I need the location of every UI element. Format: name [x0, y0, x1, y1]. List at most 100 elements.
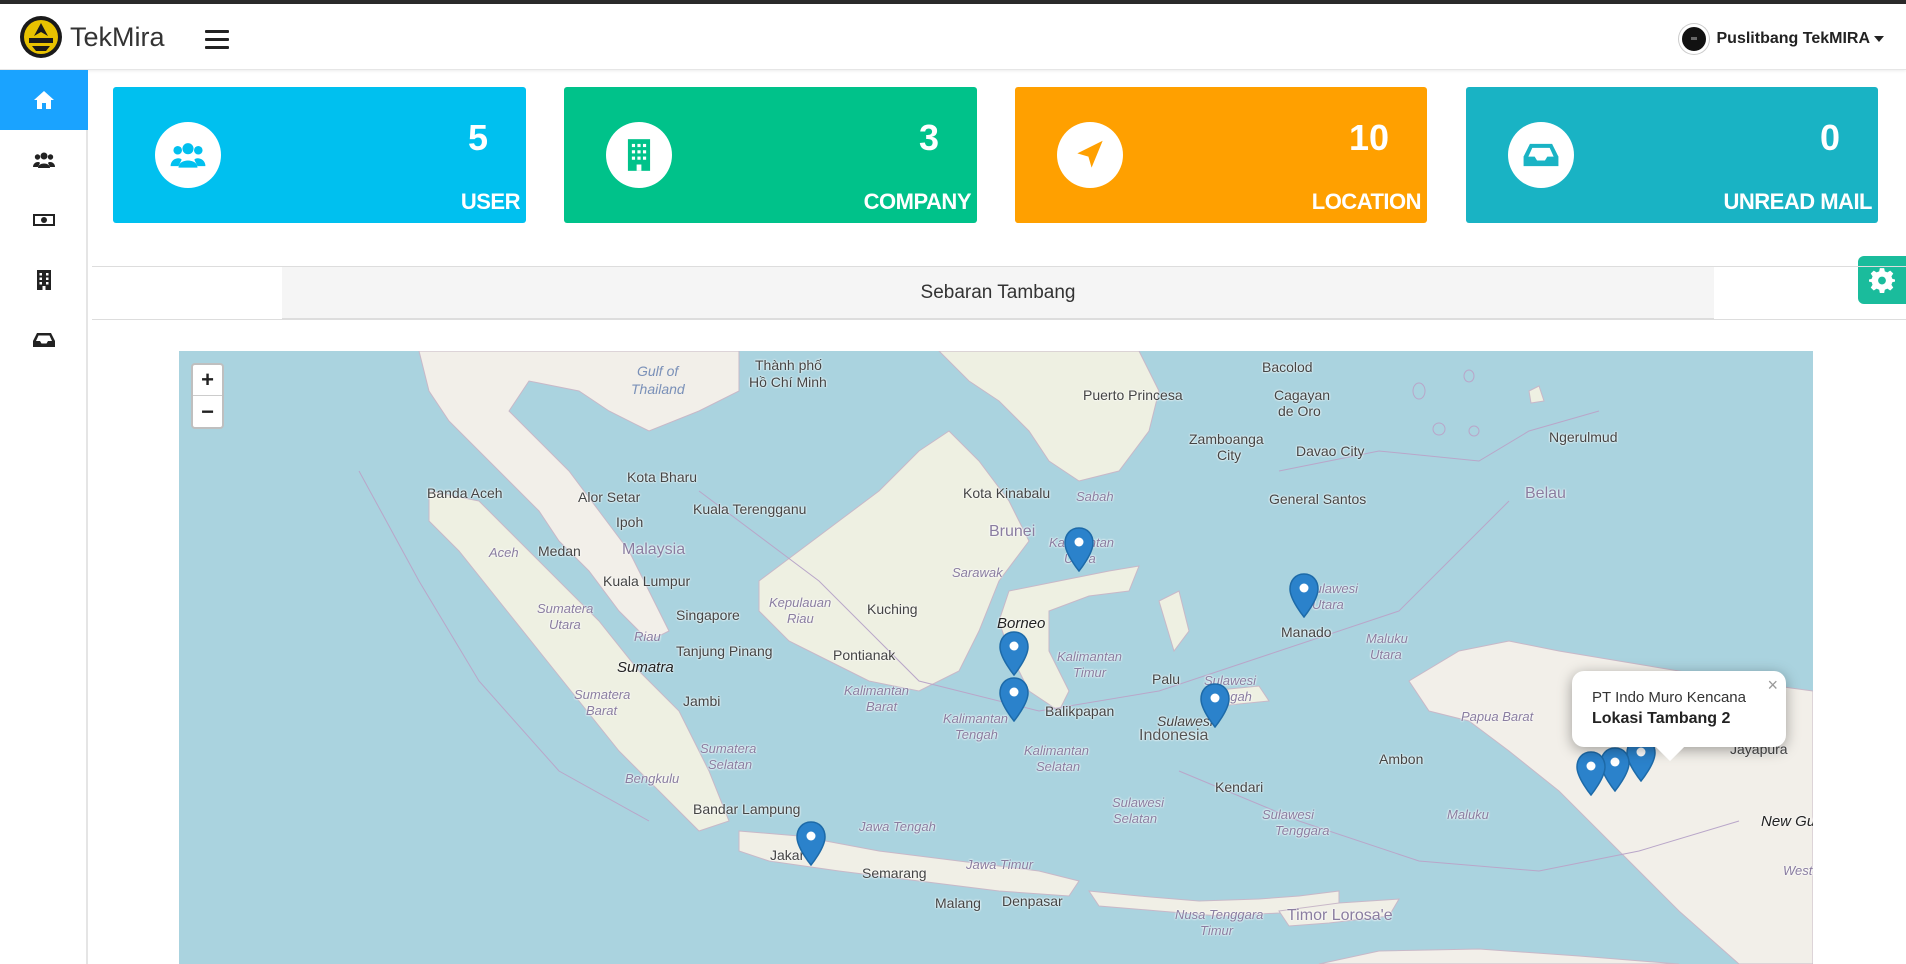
map-label: Riau [634, 629, 661, 644]
popup-location: Lokasi Tambang 2 [1592, 710, 1731, 727]
map-label: Bandar Lampung [693, 801, 801, 817]
user-count: 5 [467, 117, 488, 158]
zoom-out-button[interactable]: − [193, 396, 222, 427]
stat-card-location[interactable]: 10 LOCATION [1015, 87, 1427, 223]
map-label: Bengkulu [625, 771, 680, 786]
popup-company: PT Indo Muro Kencana [1592, 689, 1746, 706]
map-label: Timur [1073, 665, 1107, 680]
unread-mail-count: 0 [1819, 117, 1840, 158]
map-label: Palu [1152, 671, 1181, 687]
sidebar-item-company[interactable] [0, 250, 88, 310]
map-label: Wester [1783, 863, 1813, 878]
building-icon [606, 122, 672, 188]
map-marker[interactable] [1063, 527, 1095, 573]
map-label: Balikpapan [1045, 703, 1115, 719]
map-label: Sulawesi [1262, 807, 1315, 822]
map-label: City [1217, 447, 1242, 463]
map-label: Pontianak [833, 647, 896, 663]
map-label: Kuala Lumpur [603, 573, 691, 589]
sidebar-item-finance[interactable] [0, 190, 88, 250]
map-marker[interactable] [998, 631, 1030, 677]
map-label: Kota Bharu [627, 469, 698, 485]
top-navbar: TekMira Puslitbang TekMIRA [0, 4, 1906, 70]
stat-card-unread-mail[interactable]: 0 UNREAD MAIL [1466, 87, 1878, 223]
zoom-in-button[interactable]: + [193, 365, 222, 396]
inbox-icon [33, 333, 55, 347]
company-label: COMPANY [863, 189, 972, 214]
map-marker[interactable] [1199, 683, 1231, 729]
map-label: Zamboanga [1189, 431, 1264, 447]
inbox-icon [1508, 122, 1574, 188]
sidebar-item-users[interactable] [0, 130, 88, 190]
popup-close-button[interactable]: × [1767, 675, 1778, 696]
map-label: Timor Lorosa'e [1287, 907, 1393, 924]
location-count: 10 [1348, 117, 1389, 158]
map-label: Sarawak [952, 565, 1003, 580]
map-label: Sumatera [700, 741, 757, 756]
users-icon [33, 152, 55, 168]
map-label: Kendari [1215, 779, 1264, 795]
map-label: Brunei [989, 523, 1036, 540]
map-label: Ngerulmud [1549, 429, 1618, 445]
map-label: Utara [549, 617, 581, 632]
stat-card-company[interactable]: 3 COMPANY [564, 87, 977, 223]
map-label: Sulawesi [1112, 795, 1165, 810]
map-label: Tanjung Pinang [676, 643, 773, 659]
map-label: Tenggara [1275, 823, 1330, 838]
menu-toggle-button[interactable] [205, 30, 229, 50]
settings-button[interactable] [1858, 256, 1906, 304]
map-label: Davao City [1296, 443, 1365, 459]
map-label: Selatan [1036, 759, 1081, 774]
user-menu[interactable]: Puslitbang TekMIRA [1678, 24, 1884, 54]
map-label: Barat [866, 699, 898, 714]
map-label: Malaysia [622, 541, 686, 558]
map-label: Kepulauan [769, 595, 832, 610]
map-label: Selatan [708, 757, 753, 772]
map-marker[interactable] [998, 677, 1030, 723]
map-label: Semarang [862, 865, 927, 881]
map-label: Aceh [489, 545, 519, 560]
company-count: 3 [918, 117, 939, 158]
caret-down-icon [1874, 36, 1884, 42]
map-marker[interactable] [1288, 573, 1320, 619]
map-label: Kuching [867, 601, 918, 617]
map-label: Thailand [631, 381, 685, 397]
map-label: Belau [1525, 485, 1566, 502]
map-label: Sumatera [574, 687, 631, 702]
map-label: Utara [1370, 647, 1402, 662]
panel-title-text: Sebaran Tambang [920, 281, 1076, 303]
map-label: General Santos [1269, 491, 1367, 507]
mine-distribution-map[interactable]: + − Gulf of Thailand Thành phố Hồ Chí Mi… [179, 351, 1813, 964]
map-label: New Gu [1761, 813, 1813, 830]
building-icon [37, 270, 51, 290]
map-label: Sumatra [617, 659, 674, 676]
map-label: Gulf of [637, 363, 679, 379]
map-label: Alor Setar [578, 489, 641, 505]
map-label: Nusa Tenggara [1175, 907, 1264, 922]
stat-card-user[interactable]: 5 USER [113, 87, 526, 223]
panel-title: Sebaran Tambang [282, 267, 1714, 319]
map-label: Hồ Chí Minh [749, 374, 827, 390]
map-marker[interactable] [1575, 751, 1607, 797]
map-marker[interactable] [795, 821, 827, 867]
map-label: Sabah [1076, 489, 1114, 504]
money-icon [33, 214, 55, 226]
gear-icon [1869, 268, 1895, 293]
sidebar-item-inbox[interactable] [0, 310, 88, 370]
map-label: Jawa Timur [966, 857, 1034, 872]
map-label: Medan [538, 543, 581, 559]
map-label: Jawa Tengah [859, 819, 936, 834]
map-label: de Oro [1278, 403, 1321, 419]
brand-name: TekMira [70, 21, 165, 52]
map-label: Indonesia [1139, 727, 1209, 744]
map-label: Sumatera [537, 601, 594, 616]
map-label: Kota Kinabalu [963, 485, 1051, 501]
map-label: Ipoh [616, 514, 644, 530]
map-label: Ambon [1379, 751, 1424, 767]
brand[interactable]: TekMira [18, 14, 165, 60]
sidebar-item-home[interactable] [0, 70, 88, 130]
map-label: Bacolod [1262, 359, 1313, 375]
map-label: Riau [787, 611, 814, 626]
marker-popup: × PT Indo Muro Kencana Lokasi Tambang 2 [1572, 671, 1786, 762]
map-label: Maluku [1366, 631, 1408, 646]
